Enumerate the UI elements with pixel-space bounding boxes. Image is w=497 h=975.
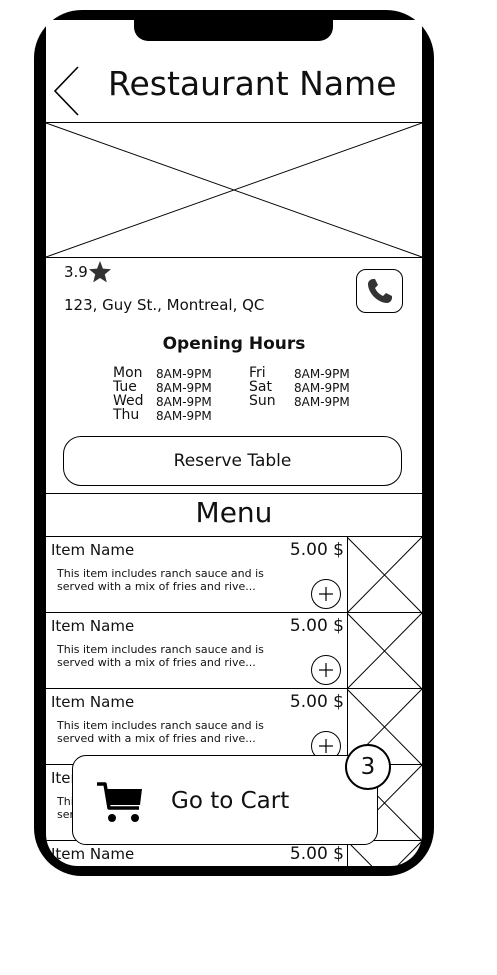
- go-to-cart-label: Go to Cart: [171, 788, 290, 814]
- day-label: Thu: [113, 407, 140, 423]
- item-description: This item includes ranch sauce and is se…: [57, 567, 264, 593]
- day-label: Sun: [249, 393, 276, 409]
- day-label: Mon: [113, 365, 143, 381]
- day-label: Wed: [113, 393, 144, 409]
- hours-value: 8AM-9PM: [156, 381, 212, 395]
- item-name: Item Name: [51, 845, 135, 863]
- add-item-icon[interactable]: [310, 578, 342, 610]
- divider: [46, 493, 422, 494]
- star-icon: [89, 261, 111, 283]
- page-title: Restaurant Name: [108, 64, 397, 103]
- item-price: 5.00 $: [289, 540, 344, 560]
- app-screen: Restaurant Name 3.9 123, Guy St., Montre…: [46, 20, 422, 866]
- hours-column-left: Mon 8AM-9PM Tue 8AM-9PM Wed 8AM-9PM Thu …: [113, 366, 223, 426]
- hours-value: 8AM-9PM: [156, 395, 212, 409]
- hours-value: 8AM-9PM: [156, 367, 212, 381]
- phone-notch: [134, 10, 333, 41]
- item-image-placeholder: [347, 537, 422, 613]
- item-price: 5.00 $: [289, 692, 344, 712]
- menu-title: Menu: [195, 496, 273, 529]
- item-divider: [347, 537, 348, 613]
- restaurant-address: 123, Guy St., Montreal, QC: [64, 296, 265, 314]
- item-description: This item includes ranch sauce and is se…: [57, 719, 264, 745]
- chevron-left-icon[interactable]: [52, 64, 82, 118]
- menu-item[interactable]: Item Name 5.00 $ This item includes ranch …: [46, 537, 422, 613]
- day-label: Tue: [113, 379, 137, 395]
- cart-count-badge: 3: [345, 744, 391, 790]
- day-label: Fri: [249, 365, 266, 381]
- hours-value: 8AM-9PM: [294, 395, 350, 409]
- item-price: 5.00 $: [289, 616, 344, 636]
- hours-value: 8AM-9PM: [294, 367, 350, 381]
- item-price: 5.00 $: [289, 844, 344, 864]
- reserve-table-button[interactable]: Reserve Table: [63, 436, 402, 486]
- call-button[interactable]: [356, 269, 403, 313]
- hours-value: 8AM-9PM: [294, 381, 350, 395]
- item-divider: [347, 613, 348, 689]
- day-label: Sat: [249, 379, 272, 395]
- shopping-cart-icon: [97, 782, 142, 822]
- add-item-icon[interactable]: [310, 654, 342, 686]
- item-image-placeholder: [347, 613, 422, 689]
- rating-value: 3.9: [64, 263, 88, 281]
- item-description: This item includes ranch sauce and is se…: [57, 643, 264, 669]
- item-name: Item Name: [51, 693, 135, 711]
- phone-icon: [367, 279, 392, 303]
- image-placeholder: [46, 122, 422, 258]
- opening-hours-title: Opening Hours: [162, 334, 306, 354]
- menu-item[interactable]: Item Name 5.00 $ This item includes ranch …: [46, 613, 422, 689]
- go-to-cart-button[interactable]: Go to Cart: [72, 755, 378, 845]
- hours-value: 8AM-9PM: [156, 409, 212, 423]
- hours-column-right: Fri 8AM-9PM Sat 8AM-9PM Sun 8AM-9PM: [249, 366, 359, 412]
- item-name: Item Name: [51, 541, 135, 559]
- item-name: Item Name: [51, 617, 135, 635]
